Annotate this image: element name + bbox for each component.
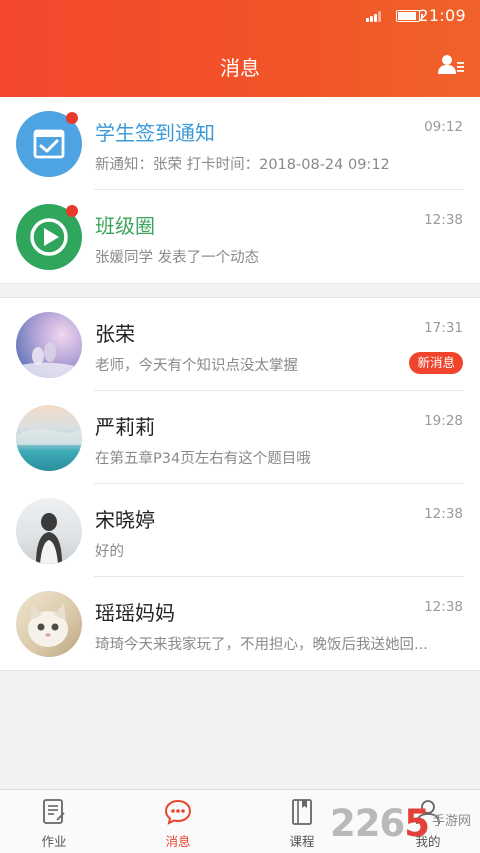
status-bar: 21:09 — [0, 0, 480, 32]
list-item-class-circle[interactable]: 班级圈 张媛同学 发表了一个动态 12:38 — [0, 190, 480, 283]
status-time: 21:09 — [418, 6, 466, 25]
avatar — [16, 498, 82, 564]
contacts-icon[interactable] — [438, 54, 464, 76]
chat-item[interactable]: 宋晓婷 好的 12:38 — [0, 484, 480, 577]
chat-item[interactable]: 张荣 老师，今天有个知识点没太掌握 17:31 新消息 — [0, 298, 480, 391]
tab-label: 作业 — [41, 834, 67, 849]
item-title: 学生签到通知 — [95, 121, 215, 145]
tab-homework[interactable]: 作业 — [24, 798, 84, 850]
tab-courses[interactable]: 课程 — [272, 798, 332, 850]
list-item-checkin-notice[interactable]: 学生签到通知 新通知：张荣 打卡时间：2018-08-24 09:12 09:1… — [0, 97, 480, 190]
item-subtitle: 张媛同学 发表了一个动态 — [95, 250, 260, 266]
item-subtitle: 新通知：张荣 打卡时间：2018-08-24 09:12 — [95, 157, 390, 173]
item-time: 09:12 — [424, 119, 463, 135]
chat-time: 12:38 — [424, 599, 463, 615]
top-bar: 21:09 消息 — [0, 0, 480, 97]
chat-time: 12:38 — [424, 506, 463, 522]
avatar — [16, 591, 82, 657]
chat-name: 宋晓婷 — [95, 508, 155, 532]
chat-name: 张荣 — [95, 322, 135, 346]
chat-list: 张荣 老师，今天有个知识点没太掌握 17:31 新消息 严莉莉 在第五章P34页… — [0, 297, 480, 671]
chat-item[interactable]: 严莉莉 在第五章P34页左右有这个题目哦 19:28 — [0, 391, 480, 484]
avatar — [16, 312, 82, 378]
chat-preview: 琦琦今天来我家玩了，不用担心，晚饭后我送她回... — [95, 637, 428, 653]
unread-dot — [66, 112, 78, 124]
signal-icon — [366, 10, 384, 22]
chat-name: 瑶瑶妈妈 — [95, 601, 175, 625]
new-message-badge: 新消息 — [409, 352, 463, 374]
battery-icon — [396, 10, 423, 22]
watermark-logo: 2265 — [330, 802, 430, 845]
course-icon — [292, 799, 312, 825]
homework-icon — [43, 799, 65, 824]
chat-name: 严莉莉 — [95, 415, 155, 439]
notification-list: 学生签到通知 新通知：张荣 打卡时间：2018-08-24 09:12 09:1… — [0, 97, 480, 284]
site-watermark: 2265 手游网 — [330, 802, 480, 848]
tab-label: 课程 — [289, 834, 315, 849]
chat-time: 19:28 — [424, 413, 463, 429]
message-icon — [164, 799, 192, 825]
chat-preview: 老师，今天有个知识点没太掌握 — [95, 358, 298, 374]
watermark-site: 手游网 — [432, 814, 472, 829]
tab-label: 消息 — [165, 834, 191, 849]
chat-preview: 好的 — [95, 544, 124, 560]
chat-time: 17:31 — [424, 320, 463, 336]
chat-preview: 在第五章P34页左右有这个题目哦 — [95, 451, 311, 467]
item-time: 12:38 — [424, 212, 463, 228]
chat-item[interactable]: 瑶瑶妈妈 琦琦今天来我家玩了，不用担心，晚饭后我送她回... 12:38 — [0, 577, 480, 670]
unread-dot — [66, 205, 78, 217]
page-title: 消息 — [220, 56, 260, 80]
avatar — [16, 405, 82, 471]
item-title: 班级圈 — [95, 214, 155, 238]
tab-messages[interactable]: 消息 — [148, 798, 208, 850]
